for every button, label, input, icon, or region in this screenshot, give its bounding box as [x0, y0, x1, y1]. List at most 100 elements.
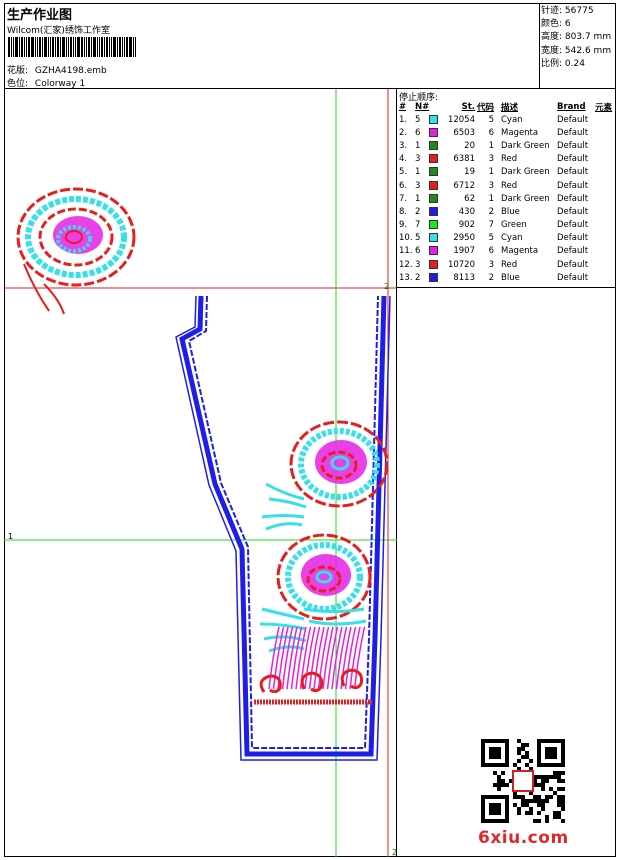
- row-needle: 3: [414, 179, 446, 192]
- sheet-title: 生产作业图: [7, 8, 73, 23]
- row-index: 9.: [399, 220, 408, 231]
- barcode-bar: [111, 37, 112, 57]
- qr-module: [521, 803, 525, 807]
- qr-code: [481, 739, 565, 823]
- col-stitches: St.: [461, 102, 475, 112]
- row-desc: Red: [501, 259, 518, 270]
- qr-finder: [489, 747, 501, 759]
- needle-number: 5: [415, 233, 421, 244]
- qr-module: [541, 783, 545, 787]
- row-brand: Default: [557, 220, 589, 231]
- qr-module: [561, 799, 565, 803]
- color-swatch: [429, 220, 438, 230]
- stop-sequence-table: # N# St. 代码 描述 Brand 元素 1. 5 12054 5 Cyan Def…: [398, 101, 616, 284]
- qr-module: [521, 743, 525, 747]
- row-desc: Dark Green: [501, 140, 550, 151]
- table-row: 1. 5 12054 5 Cyan Default: [398, 113, 616, 126]
- barcode-bar: [81, 37, 83, 57]
- row-code: 1: [488, 140, 494, 151]
- barcode-bar: [60, 37, 61, 57]
- qr-finder: [489, 803, 501, 815]
- needle-number: 6: [415, 246, 421, 257]
- scale-label: 比例:: [541, 58, 563, 69]
- qr-module: [517, 811, 521, 815]
- barcode-bar: [122, 37, 123, 57]
- row-index: 3.: [399, 140, 408, 151]
- qr-module: [549, 787, 553, 791]
- color-swatch: [429, 206, 438, 216]
- qr-finder: [545, 747, 557, 759]
- qr-module: [533, 819, 537, 823]
- table-header: # N# St. 代码 描述 Brand 元素: [398, 101, 616, 113]
- col-element: 元素: [595, 103, 613, 113]
- row-code: 3: [488, 154, 494, 165]
- barcode-bar: [11, 37, 12, 57]
- qr-module: [541, 803, 545, 807]
- row-desc: Magenta: [501, 127, 539, 138]
- color-swatch: [429, 140, 438, 150]
- qr-module: [537, 803, 541, 807]
- color-swatch: [429, 246, 438, 256]
- qr-module: [561, 803, 565, 807]
- needle-number: 1: [415, 140, 421, 151]
- guide-marker-corner: 2: [384, 282, 389, 291]
- row-desc: Red: [501, 154, 518, 165]
- scale-value: 0.24: [564, 58, 585, 69]
- col-brand: Brand: [557, 102, 586, 112]
- barcode-bar: [97, 37, 98, 57]
- color-swatch: [429, 167, 438, 177]
- qr-module: [493, 783, 497, 787]
- needle-number: 2: [415, 206, 421, 217]
- row-needle: 1: [414, 166, 446, 179]
- barcode-bar: [62, 37, 65, 57]
- qr-module: [517, 739, 521, 743]
- row-element: [594, 139, 616, 152]
- row-index: 5.: [399, 167, 408, 178]
- barcode-bar: [88, 37, 90, 57]
- color-swatch: [429, 259, 438, 269]
- guide-marker-bottom: 2: [392, 848, 397, 857]
- barcode-bar: [104, 37, 105, 57]
- barcode-bar: [50, 37, 51, 57]
- col-code: 代码: [477, 103, 495, 113]
- row-brand: Default: [557, 272, 589, 283]
- stitches-value: 56775: [564, 6, 594, 16]
- qr-module: [521, 747, 525, 751]
- qr-module: [525, 811, 529, 815]
- qr-module: [513, 795, 517, 799]
- qr-module: [513, 803, 517, 807]
- qr-module: [525, 743, 529, 747]
- qr-module: [537, 799, 541, 803]
- barcode-bar: [66, 37, 67, 57]
- color-swatch: [429, 193, 438, 203]
- row-needle: 6: [414, 245, 446, 258]
- row-index: 7.: [399, 193, 408, 204]
- qr-module: [557, 811, 561, 815]
- barcode-bar: [129, 37, 132, 57]
- row-needle: 6: [414, 126, 446, 139]
- row-stitches: 19: [464, 167, 475, 178]
- barcode-bar: [133, 37, 134, 57]
- qr-module: [541, 775, 545, 779]
- needle-number: 5: [415, 114, 421, 125]
- row-stitches: 6503: [453, 127, 475, 138]
- barcode-bar: [28, 37, 30, 57]
- row-brand: Default: [557, 114, 589, 125]
- row-index: 10.: [399, 233, 413, 244]
- qr-module: [501, 771, 505, 775]
- row-needle: 2: [414, 205, 446, 218]
- table-row: 6. 3 6712 3 Red Default: [398, 179, 616, 192]
- qr-module: [501, 779, 505, 783]
- row-code: 3: [488, 180, 494, 191]
- qr-module: [521, 799, 525, 803]
- design-file: GZHA4198.emb: [34, 66, 107, 76]
- qr-module: [561, 795, 565, 799]
- row-desc: Red: [501, 180, 518, 191]
- qr-module: [561, 819, 565, 823]
- qr-module: [537, 819, 541, 823]
- colors-value: 6: [564, 19, 571, 30]
- qr-module: [541, 779, 545, 783]
- row-code: 6: [488, 127, 494, 138]
- row-index: 12.: [399, 259, 413, 270]
- qr-module: [549, 795, 553, 799]
